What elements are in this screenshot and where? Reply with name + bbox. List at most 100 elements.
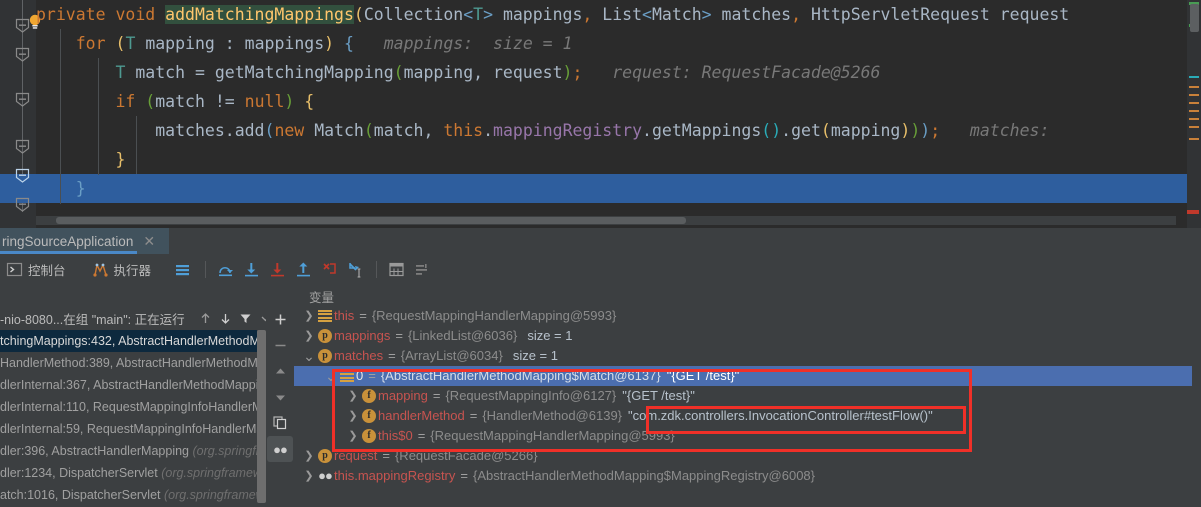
parameter-icon: p xyxy=(316,349,334,363)
fold-marker[interactable] xyxy=(15,139,30,154)
debugger-settings-button[interactable] xyxy=(409,254,435,284)
drop-frame-button[interactable] xyxy=(316,254,342,284)
watches-glasses-icon: ●● xyxy=(273,441,288,457)
step-into-button[interactable] xyxy=(238,254,264,284)
remove-watch-button[interactable] xyxy=(267,332,293,358)
code-token: ; xyxy=(572,63,583,82)
frames-scrollbar[interactable] xyxy=(257,330,266,507)
frame-item[interactable]: dler:1234, DispatcherServlet (org.spring… xyxy=(0,462,275,484)
thread-selector[interactable]: -nio-8080...在组 "main": 正在运行 xyxy=(0,306,275,330)
chevron-right-icon[interactable]: ❯ xyxy=(302,466,316,486)
chevron-right-icon[interactable]: ❯ xyxy=(302,446,316,466)
close-icon[interactable]: ✕ xyxy=(143,233,155,250)
code-token: ) xyxy=(900,121,911,140)
frame-item[interactable]: tchingMappings:432, AbstractHandlerMetho… xyxy=(0,330,275,352)
move-up-button[interactable] xyxy=(267,358,293,384)
chevron-right-icon[interactable]: ❯ xyxy=(346,386,360,406)
code-token: , xyxy=(582,5,603,24)
code-token: ( xyxy=(353,5,364,24)
frame-item[interactable]: atch:1016, DispatcherServlet (org.spring… xyxy=(0,484,275,506)
variable-name: mappings xyxy=(334,328,391,343)
code-token: ( xyxy=(363,121,374,140)
variable-size: size = 1 xyxy=(512,348,558,363)
code-token: addMatchingMappings xyxy=(165,5,354,24)
variable-value: {AbstractHandlerMethodMapping$MappingReg… xyxy=(472,468,815,483)
frame-item[interactable]: dler:396, AbstractHandlerMapping (org.sp… xyxy=(0,440,275,462)
frame-method: HandlerMethod:389, AbstractHandlerMethod… xyxy=(0,356,275,370)
variable-row[interactable]: ❯ p mappings = {LinkedList@6036} size = 1 xyxy=(294,326,1201,346)
variable-row[interactable]: ❯ p request = {RequestFacade@5266} xyxy=(294,446,1201,466)
chevron-right-icon[interactable]: ❯ xyxy=(346,406,360,426)
variable-row[interactable]: ❯ f handlerMethod = {HandlerMethod@6139} "com… xyxy=(294,406,1201,426)
editor-horizontal-scrollbar[interactable] xyxy=(36,216,1176,225)
variable-row[interactable]: ⌄ 0 = {AbstractHandlerMethodMapping$Match@6… xyxy=(294,366,1201,386)
code-token: { xyxy=(344,34,354,53)
step-into-icon xyxy=(243,261,260,278)
code-token: mappingRegistry xyxy=(493,121,643,140)
frames-scrollbar-thumb[interactable] xyxy=(257,330,266,503)
code-token: < xyxy=(642,5,652,24)
variables-scrollbar[interactable] xyxy=(1192,306,1201,507)
variable-name: this xyxy=(334,308,355,323)
filter-icon[interactable] xyxy=(235,307,255,329)
executor-button[interactable]: 执行器 xyxy=(86,254,158,284)
frame-item[interactable]: dlerInternal:367, AbstractHandlerMethodM… xyxy=(0,374,275,396)
code-text-area[interactable]: private void addMatchingMappings(Collect… xyxy=(36,0,1201,228)
field-icon: f xyxy=(360,429,378,443)
variable-row[interactable]: ❯ f this$0 = {RequestMappingHandlerMapping@5… xyxy=(294,426,1201,446)
code-token: > xyxy=(701,5,722,24)
move-down-button[interactable] xyxy=(267,384,293,410)
code-token: mappings: size = 1 xyxy=(353,34,573,53)
chevron-down-icon[interactable]: ⌄ xyxy=(324,366,338,386)
variable-row[interactable]: ⌄ p matches = {ArrayList@6034} size = 1 xyxy=(294,346,1201,366)
variable-name: request xyxy=(334,448,378,463)
editor-marker-bar[interactable] xyxy=(1187,0,1201,228)
fold-marker[interactable] xyxy=(15,197,30,212)
variable-row[interactable]: ❯ f mapping = {RequestMappingInfo@6127} "{GET… xyxy=(294,386,1201,406)
step-out-button[interactable] xyxy=(290,254,316,284)
fold-marker[interactable] xyxy=(15,47,30,62)
step-over-button[interactable] xyxy=(212,254,238,284)
console-button[interactable]: 控制台 xyxy=(0,254,72,284)
variable-row[interactable]: ❯ ●● this.mappingRegistry = {AbstractHandler… xyxy=(294,466,1201,486)
copy-button[interactable] xyxy=(267,410,293,436)
chevron-right-icon[interactable]: ❯ xyxy=(302,326,316,346)
variable-name: handlerMethod xyxy=(378,408,465,423)
layout-button[interactable] xyxy=(169,254,195,284)
editor-horizontal-scrollbar-thumb[interactable] xyxy=(56,217,686,224)
field-icon: f xyxy=(360,409,378,423)
code-editor[interactable]: private void addMatchingMappings(Collect… xyxy=(0,0,1201,228)
code-token: private xyxy=(36,5,116,24)
chevron-down-icon[interactable]: ⌄ xyxy=(302,346,316,366)
fold-marker[interactable] xyxy=(15,168,30,183)
frame-item[interactable]: dlerInternal:59, RequestMappingInfoHandl… xyxy=(0,418,275,440)
frames-panel: -nio-8080...在组 "main": 正在运行 tchingMappin… xyxy=(0,306,275,507)
debug-tool-window: ringSourceApplication ✕ 控制台 执行器 变量 -nio-… xyxy=(0,228,1201,507)
run-to-cursor-button[interactable] xyxy=(342,254,368,284)
code-token: new xyxy=(274,121,315,140)
fold-marker[interactable] xyxy=(15,92,30,107)
code-token: ; xyxy=(930,121,941,140)
evaluate-expression-button[interactable] xyxy=(383,254,409,284)
variable-name: this$0 xyxy=(378,428,413,443)
editor-vertical-scrollbar-thumb[interactable] xyxy=(1190,4,1199,32)
variable-row[interactable]: ❯ this = {RequestMappingHandlerMapping@5993… xyxy=(294,306,1201,326)
code-token: this xyxy=(443,121,484,140)
code-token: mapping, request xyxy=(403,63,563,82)
arrow-down-icon[interactable] xyxy=(215,307,235,329)
variable-string-value: "com.zdk.controllers.InvocationControlle… xyxy=(628,408,933,423)
variable-name: this.mappingRegistry xyxy=(334,468,456,483)
arrow-up-icon[interactable] xyxy=(195,307,215,329)
parameter-icon: p xyxy=(316,449,334,463)
variables-tree[interactable]: ❯ this = {RequestMappingHandlerMapping@5993… xyxy=(294,306,1201,507)
frame-item[interactable]: HandlerMethod:389, AbstractHandlerMethod… xyxy=(0,352,275,374)
force-step-into-button[interactable] xyxy=(264,254,290,284)
frames-list[interactable]: tchingMappings:432, AbstractHandlerMetho… xyxy=(0,330,275,507)
frame-item[interactable]: dlerInternal:110, RequestMappingInfoHand… xyxy=(0,396,275,418)
chevron-right-icon[interactable]: ❯ xyxy=(346,426,360,446)
triangle-up-icon xyxy=(275,368,285,373)
watches-toggle-button[interactable]: ●● xyxy=(267,436,293,462)
chevron-right-icon[interactable]: ❯ xyxy=(302,306,316,326)
add-watch-button[interactable] xyxy=(267,306,293,332)
